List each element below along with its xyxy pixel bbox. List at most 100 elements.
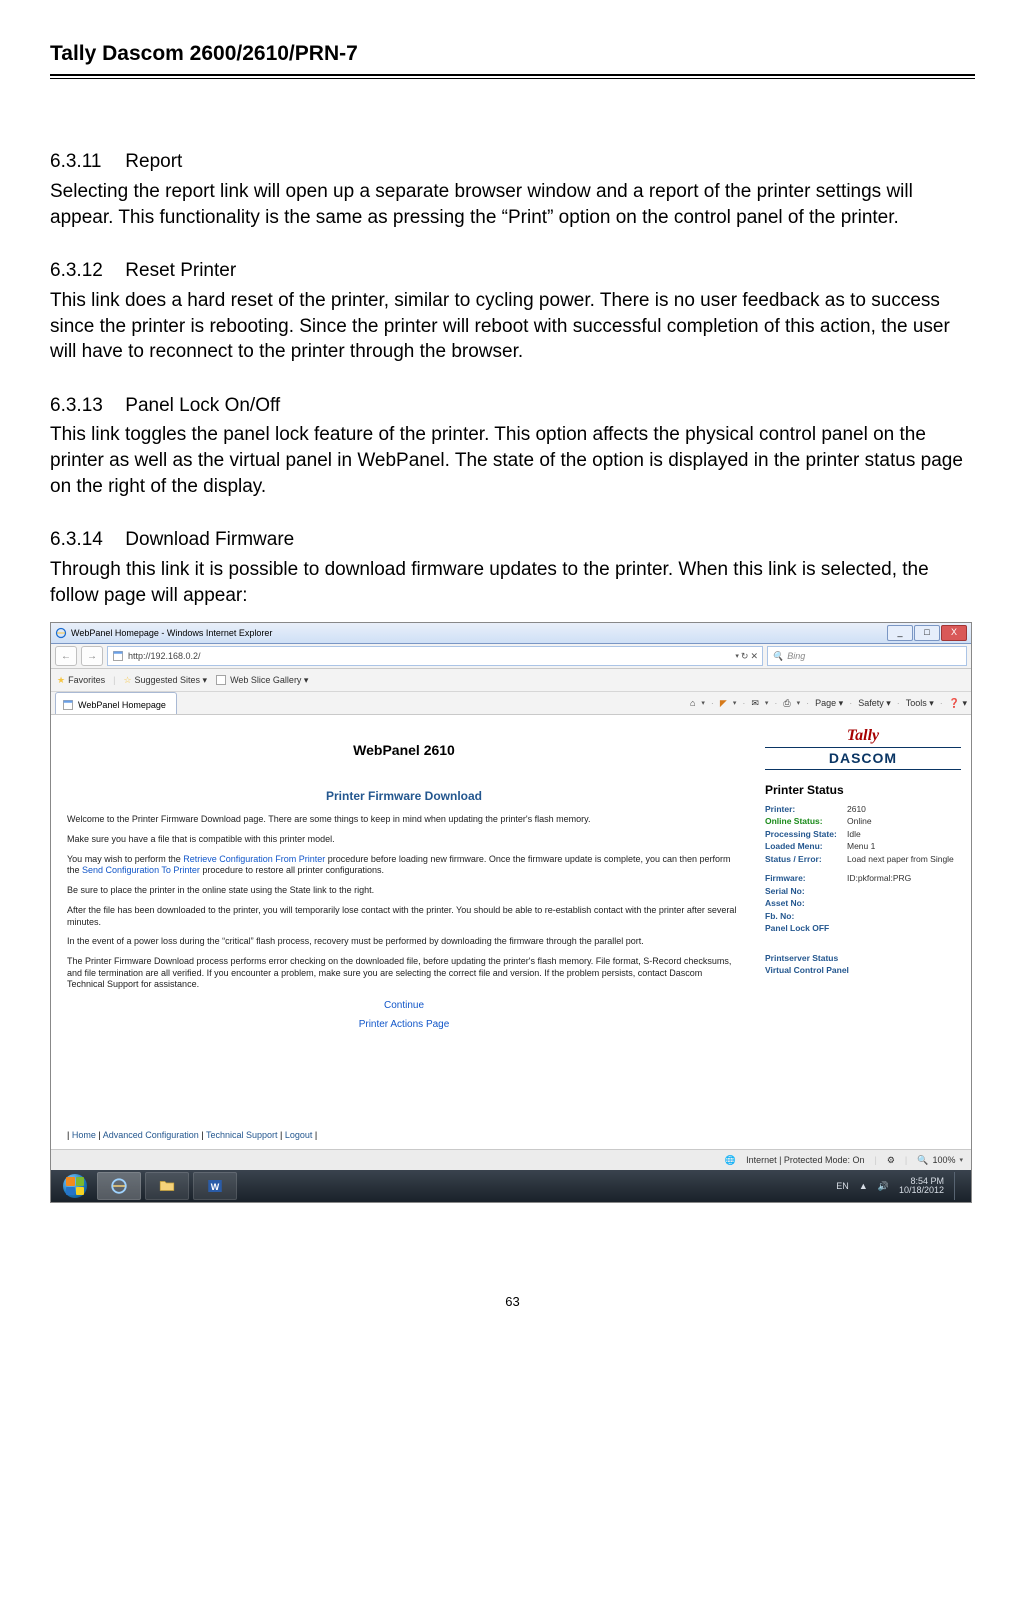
panel-lock-label: Panel Lock OFF [765,923,961,934]
refresh-icon[interactable]: ↻ [741,650,749,662]
protected-mode-icon[interactable]: ⚙ [887,1154,895,1166]
page-menu[interactable]: Page ▾ [815,697,843,709]
section-6-3-14-heading: 6.3.14 Download Firmware [50,527,975,553]
page-icon [62,699,74,711]
favorites-button[interactable]: ★Favorites [57,674,105,686]
windows-taskbar: W EN ▲ 🔊 8:54 PM 10/18/2012 [51,1170,971,1202]
mail-button[interactable]: ✉ [751,697,759,709]
footer-links: | Home | Advanced Configuration | Techni… [51,1125,971,1149]
paragraph: In the event of a power loss during the … [67,936,741,948]
status-label: Processing State: [765,829,847,840]
ie-icon [110,1177,128,1195]
webpanel-title: WebPanel 2610 [67,741,741,760]
main-column: WebPanel 2610 Printer Firmware Download … [51,715,757,1125]
safety-menu[interactable]: Safety ▾ [858,697,891,709]
tools-menu[interactable]: Tools ▾ [906,697,934,709]
status-label: Loaded Menu: [765,841,847,852]
paragraph: Welcome to the Printer Firmware Download… [67,814,741,826]
continue-link[interactable]: Continue [384,1000,424,1011]
dascom-logo: DASCOM [765,747,961,770]
command-bar: ⌂▾· ◤▾· ✉▾· ⎙▾· Page ▾· Safety ▾· Tools … [690,697,967,709]
section-6-3-13-body: This link toggles the panel lock feature… [50,422,975,499]
taskbar-word-button[interactable]: W [193,1172,237,1200]
web-slice-label: Web Slice Gallery ▾ [230,674,308,686]
language-indicator[interactable]: EN [836,1180,849,1192]
zoom-icon: 🔍 [917,1154,928,1166]
window-titlebar: WebPanel Homepage - Windows Internet Exp… [51,623,971,644]
address-bar[interactable]: http://192.168.0.2/ ▾ ↻ ✕ [107,646,763,666]
tally-logo: Tally [765,725,961,747]
printserver-status-link[interactable]: Printserver Status [765,953,838,963]
printer-status-heading: Printer Status [765,782,961,798]
windows-orb-icon [63,1174,87,1198]
section-number: 6.3.13 [50,393,120,419]
header-rule [50,74,975,79]
search-box[interactable]: 🔍 Bing [767,646,967,666]
page-header: Tally Dascom 2600/2610/PRN-7 [50,40,975,74]
section-number: 6.3.11 [50,149,120,175]
embedded-screenshot: WebPanel Homepage - Windows Internet Exp… [50,622,972,1203]
logout-link[interactable]: Logout [285,1130,313,1140]
web-slice-gallery-button[interactable]: Web Slice Gallery ▾ [215,674,308,686]
retrieve-config-link[interactable]: Retrieve Configuration From Printer [183,854,325,864]
taskbar-explorer-button[interactable] [145,1172,189,1200]
stop-icon[interactable]: ✕ [750,650,758,662]
page-number: 63 [50,1293,975,1311]
send-config-link[interactable]: Send Configuration To Printer [82,865,200,875]
search-icon: 🔍 [772,650,783,662]
favorites-bar: ★Favorites | ☆Suggested Sites ▾ Web Slic… [51,669,971,692]
status-label: Asset No: [765,898,847,909]
advanced-config-link[interactable]: Advanced Configuration [103,1130,199,1140]
addr-dropdown-icon[interactable]: ▾ [735,652,739,661]
minimize-button[interactable]: _ [887,625,913,641]
address-bar-row: ← → http://192.168.0.2/ ▾ ↻ ✕ 🔍 Bing [51,644,971,669]
home-link[interactable]: Home [72,1130,96,1140]
help-menu[interactable]: ❓ ▾ [949,697,967,709]
section-title: Download Firmware [125,529,294,550]
forward-button[interactable]: → [81,646,103,666]
zone-label: Internet | Protected Mode: On [746,1154,864,1166]
page-content: WebPanel 2610 Printer Firmware Download … [51,715,971,1125]
status-value: 2610 [847,804,961,815]
section-title: Reset Printer [125,260,236,281]
status-value: Load next paper from Single [847,854,961,865]
page-heading: Printer Firmware Download [67,788,741,804]
suggested-sites-button[interactable]: ☆Suggested Sites ▾ [123,674,207,686]
section-6-3-13-heading: 6.3.13 Panel Lock On/Off [50,393,975,419]
suggested-sites-label: Suggested Sites ▾ [135,674,208,686]
ie-icon [55,627,67,639]
section-6-3-12-body: This link does a hard reset of the print… [50,288,975,365]
browser-tab[interactable]: WebPanel Homepage [55,692,177,714]
virtual-control-panel-link[interactable]: Virtual Control Panel [765,965,849,975]
home-button[interactable]: ⌂ [690,697,695,709]
date-label: 10/18/2012 [899,1186,944,1196]
section-number: 6.3.12 [50,258,120,284]
tray-flag-icon[interactable]: ▲ [859,1180,868,1192]
window-title: WebPanel Homepage - Windows Internet Exp… [71,627,272,639]
status-label: Printer: [765,804,847,815]
system-clock[interactable]: 8:54 PM 10/18/2012 [899,1177,944,1197]
volume-icon[interactable]: 🔊 [878,1180,889,1192]
close-button[interactable]: X [941,625,967,641]
favorites-label: Favorites [68,674,105,686]
maximize-button[interactable]: □ [914,625,940,641]
search-placeholder: Bing [787,650,805,662]
paragraph: The Printer Firmware Download process pe… [67,956,741,991]
status-label: Online Status: [765,816,847,827]
section-6-3-11-heading: 6.3.11 Report [50,149,975,175]
status-value: Online [847,816,961,827]
feeds-button[interactable]: ◤ [720,697,727,709]
taskbar-ie-button[interactable] [97,1172,141,1200]
status-value: ID:pkformal:PRG [847,873,961,884]
tech-support-link[interactable]: Technical Support [206,1130,278,1140]
show-desktop-button[interactable] [954,1172,965,1200]
print-button[interactable]: ⎙ [783,697,790,709]
start-button[interactable] [57,1172,93,1200]
status-value: Idle [847,829,961,840]
tab-label: WebPanel Homepage [78,699,166,711]
back-button[interactable]: ← [55,646,77,666]
section-number: 6.3.14 [50,527,120,553]
printer-actions-link[interactable]: Printer Actions Page [359,1019,450,1030]
zoom-control[interactable]: 🔍 100% ▾ [917,1154,963,1166]
globe-icon: 🌐 [725,1154,736,1166]
